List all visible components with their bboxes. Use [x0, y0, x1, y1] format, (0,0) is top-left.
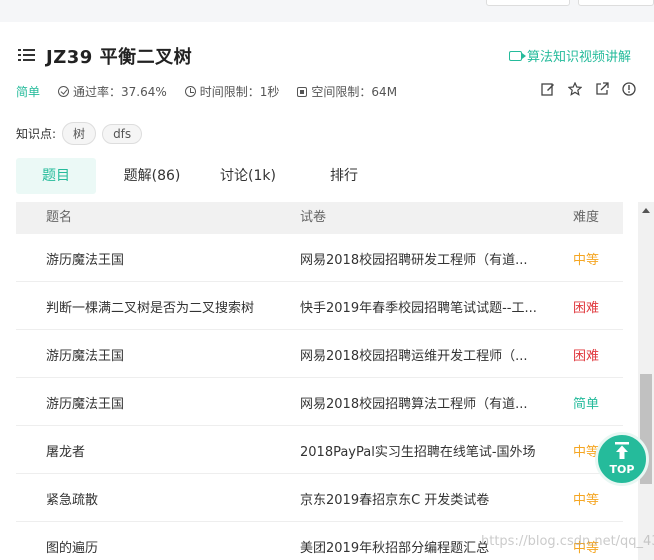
- arrow-up-icon: [615, 442, 629, 459]
- difficulty-value: 中等: [573, 253, 600, 268]
- paper-name: 网易2018校园招聘算法工程师（有道...: [300, 397, 528, 412]
- paper-name: 2018PayPal实习生招聘在线笔试-国外场: [300, 445, 536, 460]
- list-icon[interactable]: [18, 48, 35, 62]
- problem-name[interactable]: 紧急疏散: [46, 489, 98, 508]
- problem-name[interactable]: 屠龙者: [46, 441, 85, 460]
- table-row[interactable]: 游历魔法王国 网易2018校园招聘运维开发工程师（... 困难: [16, 330, 623, 378]
- problem-name[interactable]: 判断一棵满二叉树是否为二叉搜索树: [46, 297, 254, 316]
- clock-icon: [184, 86, 196, 97]
- scrollbar[interactable]: [638, 202, 654, 560]
- chip-icon: [297, 86, 308, 97]
- difficulty-value: 困难: [573, 301, 600, 316]
- tag-tree[interactable]: 树: [62, 122, 97, 145]
- share-icon[interactable]: [595, 82, 609, 96]
- difficulty-value: 困难: [573, 349, 600, 364]
- table-row[interactable]: 游历魔法王国 网易2018校园招聘算法工程师（有道... 简单: [16, 378, 623, 426]
- info-icon[interactable]: [622, 82, 636, 96]
- video-explanation-link[interactable]: 算法知识视频讲解: [509, 46, 631, 65]
- problem-meta: 简单 通过率：37.64% 时间限制：1秒 空间限制：64M: [16, 83, 415, 100]
- scroll-up-arrow-icon[interactable]: [642, 208, 650, 213]
- paper-name: 京东2019春招京东C 开发类试卷: [300, 493, 490, 508]
- problem-name[interactable]: 游历魔法王国: [46, 345, 124, 364]
- column-header-difficulty: 难度: [573, 210, 600, 225]
- watermark: https://blog.csdn.net/qq_43118090: [481, 534, 654, 549]
- time-limit-text: 时间限制：1秒: [199, 85, 280, 99]
- space-limit: 空间限制：64M: [297, 83, 397, 100]
- paper-name: 快手2019年春季校园招聘笔试试题--工...: [300, 301, 537, 316]
- top-toolbar-button[interactable]: [486, 0, 570, 6]
- pass-rate-text: 通过率：37.64%: [73, 85, 167, 99]
- knowledge-label: 知识点:: [16, 127, 57, 141]
- action-icons: [541, 82, 636, 96]
- table-row[interactable]: 判断一棵满二叉树是否为二叉搜索树 快手2019年春季校园招聘笔试试题--工...…: [16, 282, 623, 330]
- pass-rate: 通过率：37.64%: [58, 83, 167, 100]
- related-problems-table: 题名 试卷 难度 游历魔法王国 网易2018校园招聘研发工程师（有道... 中等…: [16, 202, 623, 560]
- tab-problem[interactable]: 题目: [16, 158, 96, 194]
- tab-solutions[interactable]: 题解(86): [112, 158, 192, 194]
- table-header: 题名 试卷 难度: [16, 202, 623, 234]
- page: JZ39 平衡二叉树 算法知识视频讲解 简单 通过率：37.64% 时间限制：1…: [0, 0, 654, 560]
- space-limit-text: 空间限制：64M: [311, 85, 398, 99]
- top-toolbar-button[interactable]: [578, 0, 654, 6]
- knowledge-points: 知识点: 树 dfs: [16, 122, 143, 145]
- problem-name[interactable]: 游历魔法王国: [46, 393, 124, 412]
- edit-icon[interactable]: [541, 82, 555, 96]
- table-row[interactable]: 紧急疏散 京东2019春招京东C 开发类试卷 中等: [16, 474, 623, 522]
- tab-ranking[interactable]: 排行: [304, 158, 384, 194]
- table-row[interactable]: 屠龙者 2018PayPal实习生招聘在线笔试-国外场 中等: [16, 426, 623, 474]
- column-header-name: 题名: [46, 210, 73, 225]
- video-link-label: 算法知识视频讲解: [527, 50, 632, 65]
- table-row[interactable]: 游历魔法王国 网易2018校园招聘研发工程师（有道... 中等: [16, 234, 623, 282]
- tab-discussion[interactable]: 讨论(1k): [208, 158, 288, 194]
- difficulty-label: 简单: [16, 85, 41, 99]
- video-icon: [509, 50, 526, 61]
- difficulty-value: 简单: [573, 397, 600, 412]
- tag-dfs[interactable]: dfs: [102, 123, 143, 144]
- tab-bar: 题目 题解(86) 讨论(1k) 排行: [16, 158, 400, 194]
- top-strip: [0, 0, 654, 22]
- star-icon[interactable]: [568, 82, 582, 96]
- problem-header: JZ39 平衡二叉树 算法知识视频讲解 简单 通过率：37.64% 时间限制：1…: [0, 22, 654, 202]
- page-title: JZ39 平衡二叉树: [46, 47, 193, 68]
- problem-name[interactable]: 图的遍历: [46, 537, 98, 556]
- column-header-paper: 试卷: [300, 210, 327, 225]
- top-label: TOP: [609, 463, 635, 476]
- paper-name: 网易2018校园招聘研发工程师（有道...: [300, 253, 528, 268]
- check-circle-icon: [58, 86, 70, 97]
- paper-name: 网易2018校园招聘运维开发工程师（...: [300, 349, 528, 364]
- difficulty-value: 中等: [573, 493, 600, 508]
- time-limit: 时间限制：1秒: [184, 83, 280, 100]
- back-to-top-button[interactable]: TOP: [595, 432, 649, 486]
- problem-name[interactable]: 游历魔法王国: [46, 249, 124, 268]
